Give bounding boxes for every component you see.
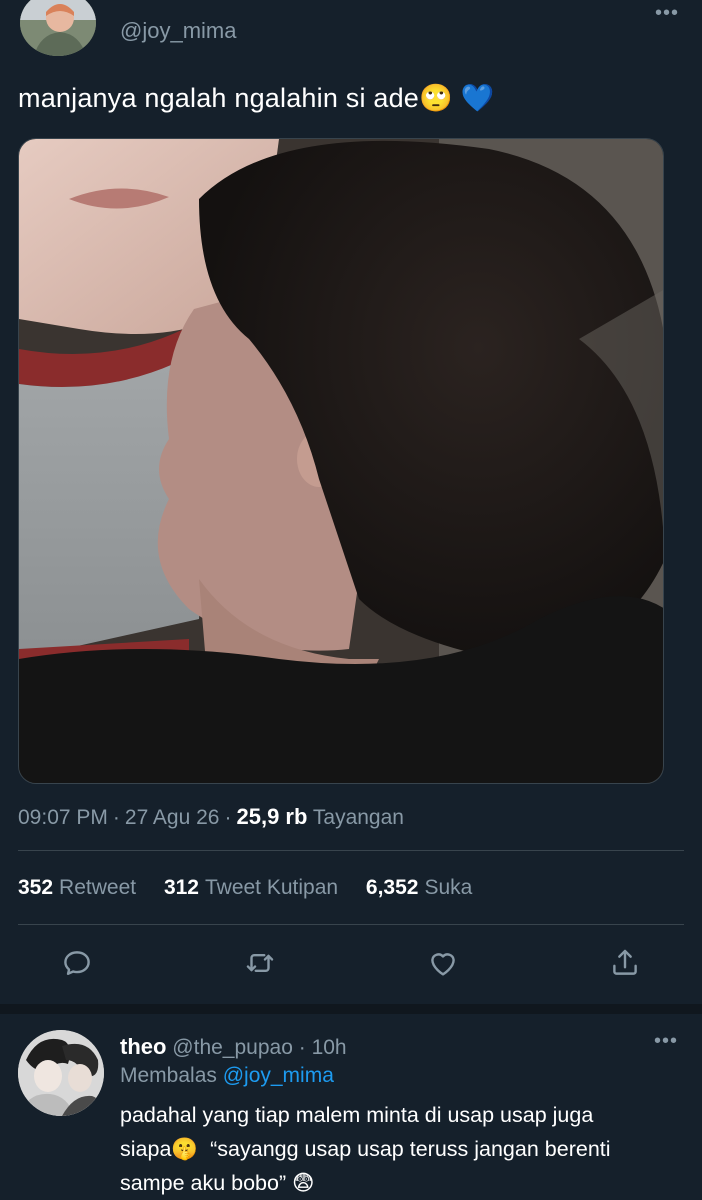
reply-author-avatar[interactable] xyxy=(18,1030,104,1116)
reply-icon xyxy=(64,951,90,975)
replying-to: Membalas @joy_mima xyxy=(120,1064,334,1088)
retweet-button[interactable] xyxy=(243,946,277,985)
views-count: 25,9 rb xyxy=(236,804,308,829)
retweets-stat[interactable]: 352 Retweet xyxy=(18,876,142,899)
likes-label: Suka xyxy=(424,876,473,899)
tweet-stats: 352 Retweet 312 Tweet Kutipan 6,352 Suka xyxy=(18,876,494,900)
retweet-icon xyxy=(246,954,274,972)
reply-header: theo @the_pupao · 10h xyxy=(120,1034,347,1060)
meta-separator: · xyxy=(224,806,232,829)
tweet-time: 09:07 PM xyxy=(18,806,108,829)
reply-text: padahal yang tiap malem minta di usap us… xyxy=(120,1103,611,1195)
likes-count: 6,352 xyxy=(365,876,419,899)
reply-more-options-icon[interactable]: ••• xyxy=(654,1030,678,1053)
reply-author-handle[interactable]: @the_pupao xyxy=(172,1036,293,1059)
section-divider xyxy=(0,1004,702,1014)
retweets-count: 352 xyxy=(18,876,54,899)
share-button[interactable] xyxy=(608,946,642,985)
author-handle[interactable]: @joy_mima xyxy=(120,18,236,44)
reply-button[interactable] xyxy=(60,946,94,985)
replying-to-handle[interactable]: @joy_mima xyxy=(223,1064,334,1087)
retweets-label: Retweet xyxy=(59,876,137,899)
views-label[interactable]: Tayangan xyxy=(313,806,404,829)
divider xyxy=(18,850,684,851)
tweet-date: 27 Agu 26 xyxy=(124,806,220,829)
replying-label: Membalas xyxy=(120,1064,217,1087)
author-avatar[interactable] xyxy=(20,0,96,56)
meta-separator: · xyxy=(112,806,120,829)
tweet-text: manjanya ngalah ngalahin si ade🙄 💙 xyxy=(18,83,495,113)
reply-separator: · xyxy=(298,1036,306,1059)
quotes-stat[interactable]: 312 Tweet Kutipan xyxy=(164,876,344,899)
tweet-media-photo[interactable] xyxy=(18,138,664,784)
divider xyxy=(18,924,684,925)
quotes-count: 312 xyxy=(163,876,199,899)
likes-stat[interactable]: 6,352 Suka xyxy=(366,876,478,899)
reply-time: 10h xyxy=(311,1036,347,1059)
share-icon xyxy=(613,949,637,975)
like-button[interactable] xyxy=(426,946,460,985)
quotes-label: Tweet Kutipan xyxy=(204,876,339,899)
like-icon xyxy=(431,953,455,976)
tweet-meta: 09:07 PM · 27 Agu 26 · 25,9 rb Tayangan xyxy=(18,804,404,830)
reply-author-name[interactable]: theo xyxy=(120,1034,166,1059)
more-options-icon[interactable]: ••• xyxy=(655,2,679,25)
